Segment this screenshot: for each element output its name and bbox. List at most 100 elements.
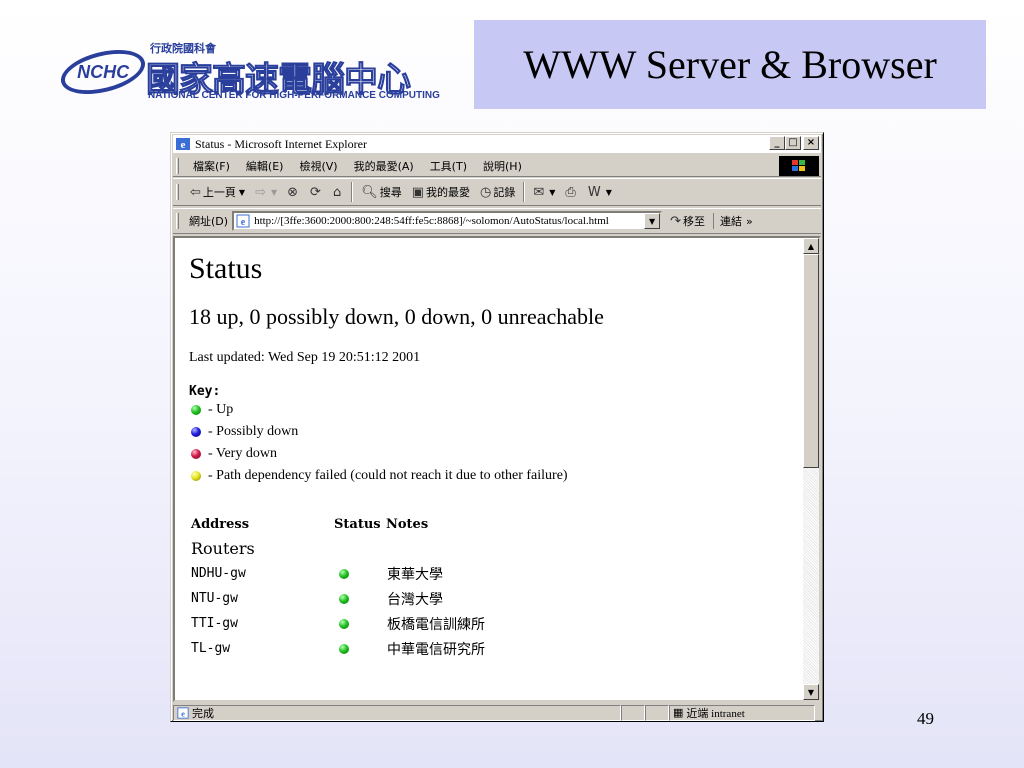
- row-address: TTI-gw: [191, 616, 238, 631]
- svg-text:e: e: [181, 139, 186, 151]
- scroll-down-button[interactable]: ▼: [803, 684, 819, 700]
- page-content: Status 18 up, 0 possibly down, 0 down, 0…: [189, 248, 793, 661]
- row-address: TL-gw: [191, 641, 231, 656]
- vertical-scrollbar[interactable]: ▲ ▼: [803, 238, 819, 700]
- key-item-label: - Path dependency failed (could not reac…: [208, 468, 568, 483]
- table-header: Address Status Notes: [191, 513, 793, 535]
- row-address: NTU-gw: [191, 591, 238, 606]
- red-ball-icon: [191, 449, 201, 459]
- favorites-button[interactable]: ▣ 我的最愛: [407, 184, 475, 200]
- address-bar: 網址(D) e http://[3ffe:3600:2000:800:248:5…: [173, 208, 821, 234]
- row-status: [337, 593, 387, 604]
- status-cell-empty: [621, 704, 645, 721]
- status-text-cell: e 完成: [173, 704, 621, 721]
- history-button[interactable]: ◷ 記錄: [475, 184, 520, 200]
- printer-icon: ⎙: [565, 184, 576, 200]
- zone-cell: ▦ 近端 intranet: [669, 704, 815, 721]
- status-cell-empty: [645, 704, 669, 721]
- menu-favorites[interactable]: 我的最愛(A): [346, 158, 422, 174]
- slide-title: WWW Server & Browser: [523, 42, 937, 87]
- address-dropdown-icon[interactable]: ▼: [644, 213, 661, 229]
- menu-tools[interactable]: 工具(T): [422, 158, 475, 174]
- window-titlebar[interactable]: e Status - Microsoft Internet Explorer _…: [173, 135, 821, 153]
- page-done-icon: e: [177, 706, 189, 719]
- address-input[interactable]: e http://[3ffe:3600:2000:800:248:54ff:fe…: [232, 211, 663, 231]
- back-arrow-icon: ⇦: [190, 184, 201, 200]
- status-text: 完成: [192, 706, 214, 720]
- refresh-icon: ⟳: [310, 184, 321, 200]
- row-status: [337, 618, 387, 629]
- search-button[interactable]: 🔍︎ 搜尋: [356, 184, 407, 200]
- logo-emblem: NCHC: [56, 42, 150, 102]
- home-button[interactable]: ⌂: [328, 185, 348, 200]
- table-row: NTU-gw 台灣大學: [191, 586, 793, 611]
- key-item-possibly-down: - Possibly down: [189, 421, 793, 443]
- home-icon: ⌂: [332, 184, 342, 200]
- green-ball-icon: [339, 643, 349, 654]
- status-bar: e 完成 ▦ 近端 intranet: [173, 704, 821, 721]
- blue-ball-icon: [191, 427, 201, 437]
- last-updated: Last updated: Wed Sep 19 20:51:12 2001: [189, 350, 421, 365]
- scroll-up-button[interactable]: ▲: [803, 238, 819, 254]
- back-dropdown-icon[interactable]: ▼: [239, 188, 245, 197]
- header-status: Status: [334, 516, 381, 532]
- toolbar-separator: [351, 182, 354, 202]
- history-icon: ◷: [480, 184, 492, 200]
- favorites-folder-icon: ▣: [411, 184, 425, 200]
- header-notes: Notes: [386, 516, 429, 532]
- stop-icon: ⊗: [287, 184, 299, 200]
- slide-title-box: WWW Server & Browser: [474, 20, 986, 109]
- table-row: NDHU-gw 東華大學: [191, 561, 793, 586]
- menu-grip[interactable]: [176, 157, 179, 174]
- ie-window: e Status - Microsoft Internet Explorer _…: [170, 132, 824, 722]
- section-routers: Routers: [191, 538, 255, 558]
- key-item-label: - Up: [208, 402, 234, 417]
- forward-button[interactable]: ⇨ ▼: [250, 185, 282, 200]
- row-address: NDHU-gw: [191, 566, 246, 581]
- toolbar-grip[interactable]: [176, 184, 179, 200]
- page-viewport[interactable]: Status 18 up, 0 possibly down, 0 down, 0…: [173, 236, 821, 702]
- address-grip[interactable]: [176, 213, 179, 229]
- menu-help[interactable]: 說明(H): [475, 158, 530, 174]
- row-note: 東華大學: [387, 566, 443, 583]
- intranet-zone-icon: ▦: [673, 706, 684, 719]
- window-buttons: _ □ ×: [769, 136, 819, 150]
- menu-edit[interactable]: 編輯(E): [238, 158, 292, 174]
- page-number: 49: [917, 709, 934, 728]
- logo-abbr: NCHC: [77, 61, 129, 82]
- links-button[interactable]: 連結 »: [712, 213, 753, 229]
- logo-english-name: NATIONAL CENTER FOR HIGH-PERFORMANCE COM…: [148, 90, 440, 101]
- mail-dropdown-icon[interactable]: ▼: [549, 188, 555, 197]
- table-row: TL-gw 中華電信研究所: [191, 636, 793, 661]
- forward-dropdown-icon[interactable]: ▼: [271, 188, 277, 197]
- menu-file[interactable]: 檔案(F): [185, 158, 238, 174]
- maximize-button[interactable]: □: [785, 136, 801, 150]
- mail-button[interactable]: ✉ ▼: [528, 185, 560, 200]
- zone-text: 近端 intranet: [686, 707, 745, 720]
- row-note: 台灣大學: [387, 591, 443, 608]
- go-button[interactable]: ↷ 移至: [662, 213, 713, 229]
- page-heading: Status: [189, 252, 263, 285]
- key-heading: Key:: [189, 384, 221, 399]
- yellow-ball-icon: [191, 471, 201, 481]
- toolbar: ⇦ 上一頁 ▼ ⇨ ▼ ⊗ ⟳ ⌂ 🔍︎ 搜尋 ▣ 我的最愛 ◷ 記錄 ✉ ▼ …: [173, 178, 821, 206]
- links-chevron-icon: »: [745, 214, 753, 228]
- back-button[interactable]: ⇦ 上一頁 ▼: [185, 184, 250, 200]
- menu-view[interactable]: 檢視(V): [291, 158, 345, 174]
- go-label: 移至: [682, 215, 705, 228]
- word-edit-icon: W: [587, 184, 601, 200]
- svg-text:e: e: [241, 217, 246, 228]
- refresh-button[interactable]: ⟳: [305, 185, 328, 200]
- print-button[interactable]: ⎙: [560, 185, 582, 200]
- row-note: 中華電信研究所: [387, 641, 485, 658]
- scroll-thumb[interactable]: [803, 254, 819, 468]
- edit-button[interactable]: W ▼: [583, 185, 617, 200]
- close-button[interactable]: ×: [803, 136, 819, 150]
- minimize-button[interactable]: _: [769, 136, 785, 150]
- window-title: Status - Microsoft Internet Explorer: [195, 136, 367, 151]
- key-item-up: - Up: [189, 399, 793, 421]
- green-ball-icon: [339, 593, 349, 604]
- edit-dropdown-icon[interactable]: ▼: [606, 188, 612, 197]
- windows-flag-icon: [779, 156, 819, 176]
- stop-button[interactable]: ⊗: [282, 185, 305, 200]
